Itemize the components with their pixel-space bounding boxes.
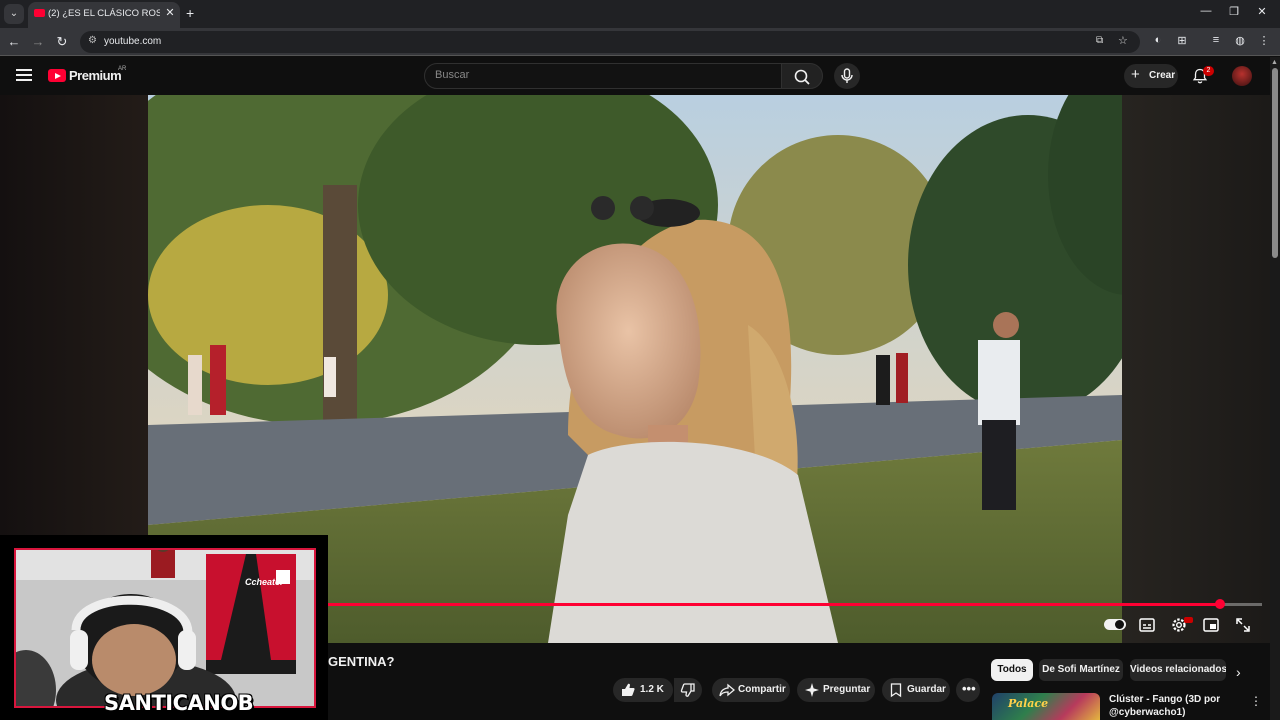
toolbar-divider xyxy=(0,55,1280,56)
subtitles-icon xyxy=(1139,618,1155,632)
dislike-button[interactable] xyxy=(674,678,702,702)
chip-all[interactable]: Todos xyxy=(991,659,1033,681)
new-tab-button[interactable]: + xyxy=(186,5,194,21)
ask-label: Preguntar xyxy=(823,684,871,695)
more-vertical-icon[interactable]: ⋮ xyxy=(1250,694,1262,708)
jersey-sponsor-text: Ccheater xyxy=(245,577,284,587)
browser-menu-icon[interactable]: ⋮ xyxy=(1256,34,1272,47)
search-button[interactable] xyxy=(781,63,823,89)
install-app-icon[interactable]: ⧉ xyxy=(1096,35,1103,46)
create-button[interactable]: + Crear xyxy=(1124,64,1178,88)
save-button[interactable]: Guardar xyxy=(882,678,950,702)
search-box[interactable] xyxy=(424,63,782,89)
logo-text[interactable]: Premium xyxy=(69,68,122,83)
like-icon xyxy=(622,683,635,696)
thumbnail-text: Palace xyxy=(1008,697,1049,710)
avatar[interactable] xyxy=(1232,66,1252,86)
browser-toolbar: ← → ↻ ⚙ youtube.com ⧉ ☆ ◐ ⊞ ≡ ◍ ⋮ xyxy=(0,28,1280,56)
back-arrow-icon[interactable]: ← xyxy=(6,34,22,50)
scrollbar-thumb[interactable] xyxy=(1272,68,1278,258)
ask-button[interactable]: Preguntar xyxy=(797,678,875,702)
chip-from-channel[interactable]: De Sofi Martínez xyxy=(1039,659,1123,681)
tab-title: (2) ¿ES EL CLÁSICO ROSARINO xyxy=(48,8,160,19)
save-label: Guardar xyxy=(907,684,946,695)
recommendation-title[interactable]: Clúster - Fango (3D por @cyberwacho1) xyxy=(1109,693,1239,719)
save-icon xyxy=(890,683,902,698)
miniplayer-button[interactable] xyxy=(1201,616,1221,634)
maximize-button[interactable]: ❐ xyxy=(1224,5,1244,18)
video-title: GENTINA? xyxy=(328,654,395,669)
sparkle-icon xyxy=(805,683,819,697)
media-controls-icon[interactable]: ≡ xyxy=(1208,34,1224,46)
menu-icon[interactable] xyxy=(16,67,32,83)
chip-related[interactable]: Videos relacionados xyxy=(1130,659,1226,681)
profile-icon[interactable]: ◍ xyxy=(1232,34,1248,47)
fullscreen-icon xyxy=(1236,618,1250,632)
fullscreen-button[interactable] xyxy=(1233,616,1253,634)
url-text: youtube.com xyxy=(104,36,162,47)
bookmark-star-icon[interactable]: ☆ xyxy=(1118,34,1128,47)
webcam-scene xyxy=(16,550,314,706)
extension-icon[interactable]: ◐ xyxy=(1150,34,1166,46)
chevron-right-icon[interactable]: › xyxy=(1236,664,1241,680)
create-label: Crear xyxy=(1149,70,1176,81)
site-info-icon[interactable]: ⚙ xyxy=(88,35,97,46)
like-count: 1.2 K xyxy=(640,684,664,695)
tab-list-button[interactable]: ⌄ xyxy=(4,4,24,24)
forward-arrow-icon[interactable]: → xyxy=(30,34,46,50)
address-bar[interactable]: ⚙ youtube.com ⧉ ☆ xyxy=(80,31,1140,53)
search-input[interactable] xyxy=(435,69,765,81)
subtitles-button[interactable] xyxy=(1137,616,1157,634)
browser-tab-strip: ⌄ (2) ¿ES EL CLÁSICO ROSARINO ✕ + — ❐ ✕ xyxy=(0,0,1280,28)
more-icon: ••• xyxy=(962,681,976,696)
plus-icon: + xyxy=(1131,66,1140,83)
progress-bar-played xyxy=(328,603,1220,606)
share-icon xyxy=(719,683,735,697)
dislike-icon xyxy=(680,683,695,697)
share-button[interactable]: Compartir xyxy=(712,678,790,702)
country-code: AR xyxy=(118,66,127,72)
tab-close-icon[interactable]: ✕ xyxy=(164,6,176,19)
youtube-favicon-icon xyxy=(34,9,45,17)
progress-scrubber[interactable] xyxy=(1215,599,1225,609)
autoplay-toggle[interactable] xyxy=(1104,619,1126,630)
youtube-header: Premium AR + Crear 2 xyxy=(0,57,1280,95)
browser-tab[interactable]: (2) ¿ES EL CLÁSICO ROSARINO ✕ xyxy=(28,2,180,28)
notification-badge: 2 xyxy=(1203,66,1214,76)
streamer-name: SANTICANOB xyxy=(104,691,254,715)
voice-search-button[interactable] xyxy=(834,63,860,89)
webcam-feed xyxy=(14,548,316,708)
search-icon xyxy=(794,69,810,85)
share-label: Compartir xyxy=(738,684,786,695)
ambient-backdrop-right xyxy=(1122,95,1270,643)
minimize-button[interactable]: — xyxy=(1196,5,1216,17)
close-window-button[interactable]: ✕ xyxy=(1252,5,1272,18)
scroll-up-arrow-icon[interactable]: ▲ xyxy=(1271,59,1278,66)
more-actions-button[interactable]: ••• xyxy=(956,678,980,702)
extensions-puzzle-icon[interactable]: ⊞ xyxy=(1174,34,1190,47)
hd-badge xyxy=(1184,617,1193,623)
mic-icon xyxy=(841,68,853,83)
reload-icon[interactable]: ↻ xyxy=(54,34,70,50)
like-button[interactable]: 1.2 K xyxy=(613,678,673,702)
miniplayer-icon xyxy=(1203,618,1219,632)
youtube-logo-icon[interactable] xyxy=(48,69,66,82)
